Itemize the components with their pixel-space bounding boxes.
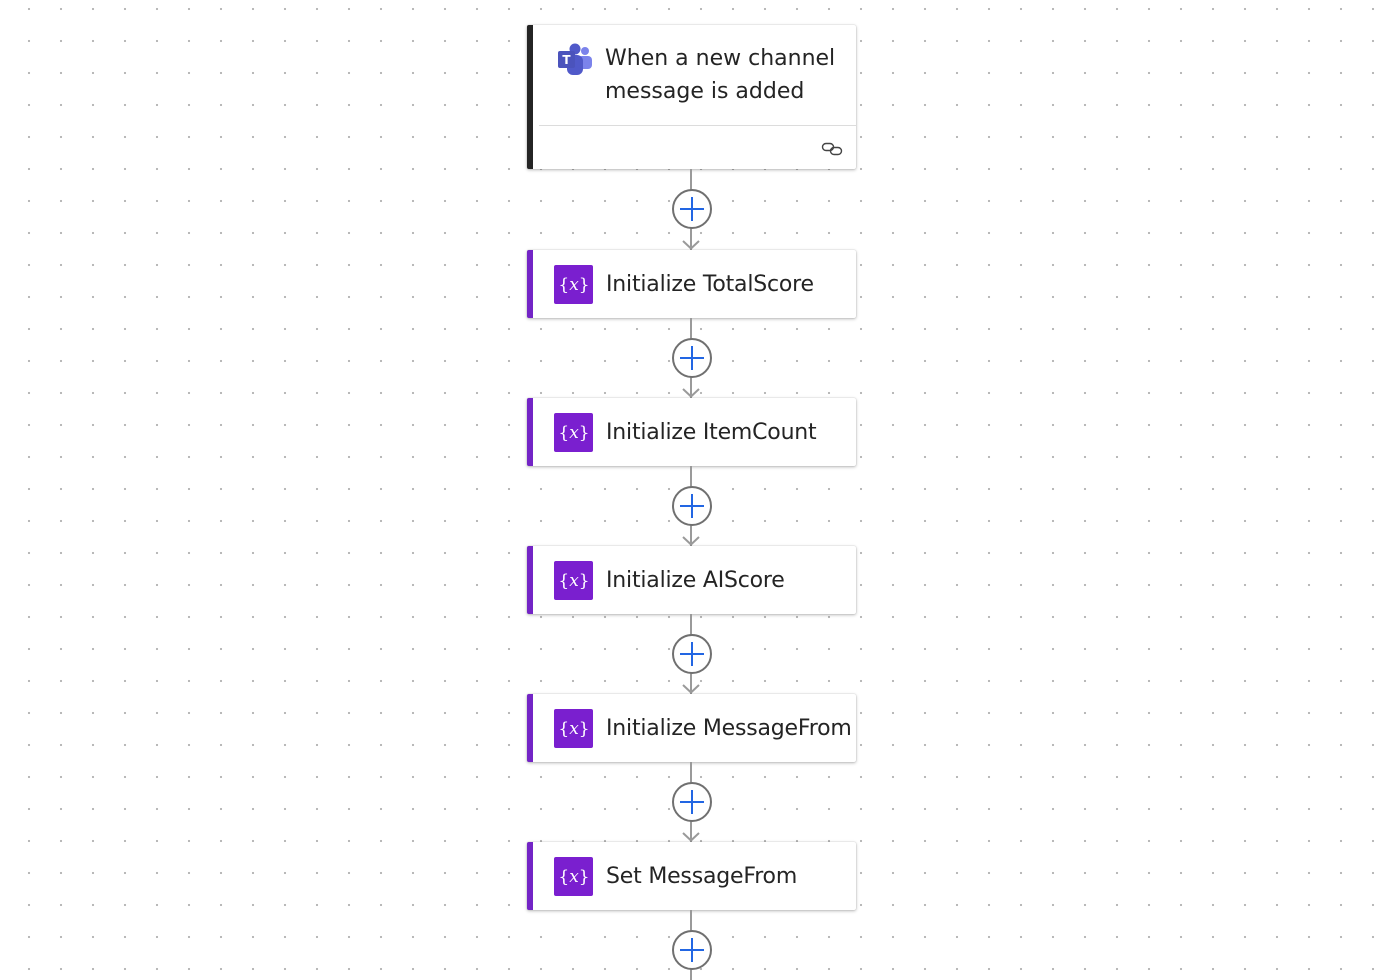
plus-icon — [680, 197, 704, 221]
svg-text:{x}: {x} — [558, 423, 589, 443]
arrow-down-icon — [682, 832, 700, 842]
arrow-down-icon — [682, 684, 700, 694]
arrow-down-icon — [682, 536, 700, 546]
svg-text:{x}: {x} — [558, 275, 589, 295]
add-step-button[interactable] — [672, 338, 712, 378]
variable-icon: {x} — [554, 412, 593, 452]
action-card[interactable]: {x} Initialize TotalScore — [527, 250, 856, 318]
plus-icon — [680, 790, 704, 814]
add-step-button[interactable] — [672, 486, 712, 526]
action-card[interactable]: {x} Initialize ItemCount — [527, 398, 856, 466]
trigger-header: T When a new channel message is added — [533, 25, 856, 125]
plus-icon — [680, 938, 704, 962]
variable-icon: {x} — [554, 560, 593, 600]
action-card-label: Initialize ItemCount — [606, 419, 817, 445]
add-step-button[interactable] — [672, 189, 712, 229]
action-card[interactable]: {x} Initialize MessageFrom — [527, 694, 856, 762]
action-card-label: Initialize AIScore — [606, 567, 785, 593]
plus-icon — [680, 494, 704, 518]
svg-text:{x}: {x} — [558, 571, 589, 591]
arrow-down-icon — [682, 388, 700, 398]
variable-icon: {x} — [554, 708, 593, 748]
flow-canvas: T When a new channel message is added {x… — [0, 0, 1384, 980]
action-card-label: Set MessageFrom — [606, 863, 798, 889]
link-icon[interactable] — [821, 141, 843, 157]
svg-text:{x}: {x} — [558, 867, 589, 887]
trigger-divider — [539, 125, 856, 126]
action-card[interactable]: {x} Set MessageFrom — [527, 842, 856, 910]
add-step-button[interactable] — [672, 782, 712, 822]
plus-icon — [680, 346, 704, 370]
add-step-button[interactable] — [672, 634, 712, 674]
plus-icon — [680, 642, 704, 666]
action-card-label: Initialize TotalScore — [606, 271, 814, 297]
svg-text:{x}: {x} — [558, 719, 589, 739]
variable-icon: {x} — [554, 856, 593, 896]
variable-icon: {x} — [554, 264, 593, 304]
svg-text:T: T — [562, 53, 571, 67]
add-step-button[interactable] — [672, 930, 712, 970]
arrow-down-icon — [682, 240, 700, 250]
action-card-label: Initialize MessageFrom — [606, 715, 852, 741]
trigger-title: When a new channel message is added — [605, 46, 836, 104]
action-card[interactable]: {x} Initialize AIScore — [527, 546, 856, 614]
microsoft-teams-icon: T — [558, 43, 592, 75]
trigger-card[interactable]: T When a new channel message is added — [527, 25, 856, 169]
